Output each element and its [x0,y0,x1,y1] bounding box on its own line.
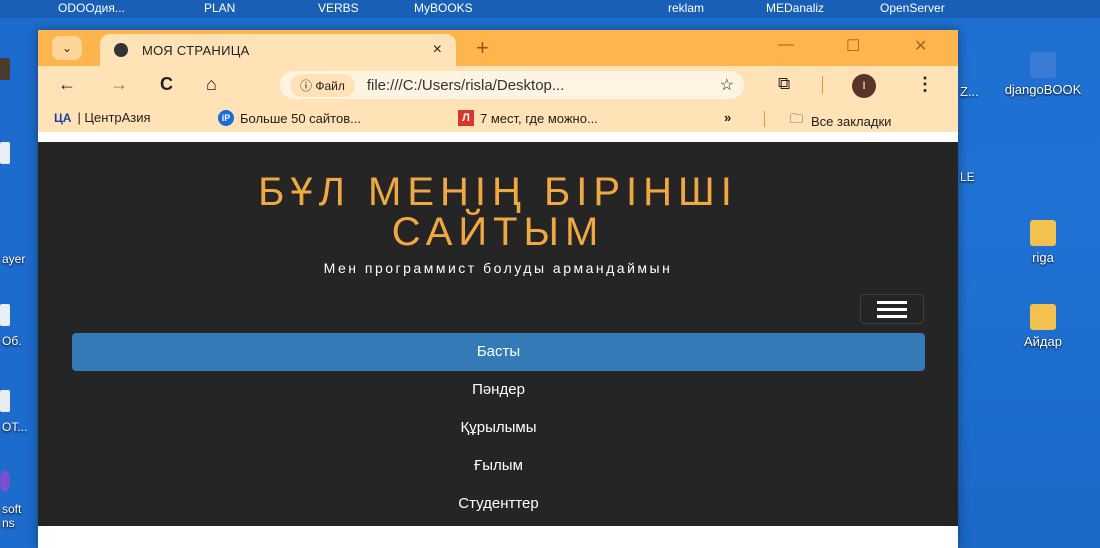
nav-item-basty[interactable]: Басты [72,333,925,371]
desktop-icon-label: riga [1032,250,1054,265]
bookmarks-overflow-button[interactable]: » [724,110,731,125]
desktop-icon-label[interactable]: ayer [2,252,25,266]
tab-strip: ⌄ МОЯ СТРАНИЦА × + — ☐ ✕ [38,30,958,66]
browser-menu-icon[interactable]: ⋮ [916,74,934,95]
desktop-top-strip: ODOOдия... PLAN VERBS MyBOOKS reklam MED… [0,0,1100,18]
bookmark-label: 7 мест, где можно... [480,110,598,126]
ip-logo-icon: iP [218,110,234,126]
desktop-icon-label[interactable]: soft [2,502,21,516]
desktop-icon-label: Айдар [1024,334,1062,349]
maximize-button[interactable]: ☐ [846,36,860,56]
nav-item-gylym[interactable]: Ғылым [72,447,925,485]
toolbar-divider [822,76,823,94]
desktop-icon[interactable] [0,390,10,412]
site-title-line: БҰЛ МЕНІҢ БІРІНШІ [258,170,738,214]
all-bookmarks-label: Все закладки [811,113,892,129]
hamburger-bar [877,307,907,311]
desktop-icon-djangobook[interactable]: djangoBOOK [1003,52,1083,97]
desktop-icon-riga[interactable]: riga [1003,220,1083,265]
desktop-icon[interactable] [0,304,10,326]
desktop-item[interactable]: MyBOOKS [414,1,473,15]
site-info-chip[interactable]: ⓘ Файл [290,73,355,97]
close-window-button[interactable]: ✕ [914,36,927,56]
tab-search-button[interactable]: ⌄ [52,36,82,60]
folder-icon [1030,304,1056,330]
page-white-area [38,526,958,548]
back-button[interactable]: ← [58,74,76,95]
bookmark-label: | ЦентрАзия [77,110,151,125]
desktop-item[interactable]: reklam [668,1,704,15]
desktop-icon[interactable] [0,470,10,492]
desktop-item[interactable]: OpenServer [880,1,945,15]
nav-menu: Басты Пәндер Құрылымы Ғылым Студенттер [72,333,925,523]
tab-close-button[interactable]: × [433,41,442,59]
l-logo-icon: Л [458,110,474,126]
desktop-item[interactable]: PLAN [204,1,235,15]
page-content: БҰЛ МЕНІҢ БІРІНШІ САЙТЫМ Мен программист… [38,142,958,526]
bookmark-item[interactable]: ЦА | ЦентрАзия [54,110,151,125]
desktop-icon-label[interactable]: ns [2,516,15,530]
bookmarks-divider [764,111,765,127]
tab-title: МОЯ СТРАНИЦА [142,42,250,58]
nav-item-qurylymy[interactable]: Құрылымы [72,409,925,447]
url-text[interactable]: file:///C:/Users/risla/Desktop... [367,77,714,94]
desktop-icon-label[interactable]: Об. [2,334,22,348]
site-title-line: САЙТЫМ [391,210,605,254]
browser-window: ⌄ МОЯ СТРАНИЦА × + — ☐ ✕ ← → C ⌂ ⓘ Файл … [38,30,958,548]
site-subtitle: Мен программист болуды армандаймын [323,260,673,276]
all-bookmarks-button[interactable]: 🗀 Все закладки [790,110,891,132]
ca-logo-icon: ЦА [54,110,72,125]
desktop-item[interactable]: VERBS [318,1,359,15]
desktop-icon-aidar[interactable]: Айдар [1003,304,1083,349]
globe-icon [114,43,128,57]
nav-item-studentter[interactable]: Студенттер [72,485,925,523]
desktop-icon-label[interactable]: OT... [2,420,27,434]
book-icon [1030,52,1056,78]
bookmark-item[interactable]: iP Больше 50 сайтов... [218,110,361,126]
home-button[interactable]: ⌂ [206,74,217,95]
bookmark-label: Больше 50 сайтов... [240,110,361,126]
reload-button[interactable]: C [160,74,173,95]
minimize-button[interactable]: — [778,36,794,54]
tab-active[interactable]: МОЯ СТРАНИЦА × [100,34,456,66]
chevron-down-icon: ⌄ [61,41,73,55]
bookmark-star-icon[interactable]: ☆ [720,75,734,95]
desktop-item[interactable]: ODOOдия... [58,1,125,15]
menu-toggle-button[interactable] [860,294,924,324]
desktop-icon-label[interactable]: Z... [960,84,979,99]
desktop-icon-label[interactable]: LE [960,170,975,184]
site-title: БҰЛ МЕНІҢ БІРІНШІ САЙТЫМ [38,172,958,252]
bookmarks-bar: ЦА | ЦентрАзия iP Больше 50 сайтов... Л … [38,104,958,132]
nav-item-pander[interactable]: Пәндер [72,371,925,409]
profile-avatar[interactable]: I [852,74,876,98]
extensions-icon[interactable]: ⧉ [778,74,790,94]
hamburger-bar [877,300,907,304]
address-bar[interactable]: ⓘ Файл file:///C:/Users/risla/Desktop...… [280,71,744,99]
forward-button[interactable]: → [110,74,128,95]
browser-toolbar: ← → C ⌂ ⓘ Файл file:///C:/Users/risla/De… [38,66,958,104]
new-tab-button[interactable]: + [476,35,489,61]
desktop-icon[interactable] [0,58,10,80]
hamburger-bar [877,314,907,318]
bookmark-item[interactable]: Л 7 мест, где можно... [458,110,598,126]
folder-icon: 🗀 [790,111,804,126]
desktop-item[interactable]: MEDanaliz [766,1,824,15]
folder-icon [1030,220,1056,246]
desktop-left-edge: ayer Об. OT... soft ns [0,18,38,548]
desktop-icon[interactable] [0,142,10,164]
desktop-icon-label: djangoBOOK [1004,82,1082,97]
